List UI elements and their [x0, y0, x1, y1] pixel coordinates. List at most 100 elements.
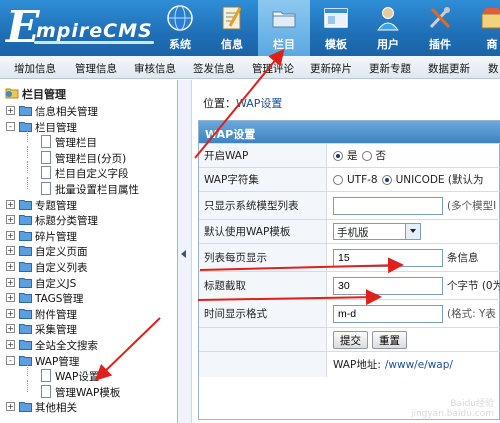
- expand-icon[interactable]: +: [6, 324, 15, 334]
- per-page-unit: 条信息: [447, 252, 479, 264]
- submenu-manage-info[interactable]: 管理信息: [75, 61, 117, 76]
- submenu-review-info[interactable]: 审核信息: [134, 61, 176, 76]
- wap-settings-form: WAP设置 开启WAP 是 否 WAP字符集 UTF-8 UNICODE (默认…: [198, 120, 500, 420]
- title-cut-input[interactable]: [333, 276, 443, 295]
- submenu-update-topics[interactable]: 更新专题: [369, 61, 411, 76]
- row-label: WAP字符集: [199, 168, 327, 191]
- user-icon: [377, 7, 399, 31]
- expand-icon[interactable]: +: [6, 199, 15, 209]
- nav-template[interactable]: 模板: [310, 0, 362, 56]
- per-page-input[interactable]: [333, 248, 443, 267]
- submenu-manage-comments[interactable]: 管理评论: [252, 61, 294, 76]
- expand-icon[interactable]: +: [6, 215, 15, 225]
- tree-item-label: 自定义JS: [35, 277, 77, 290]
- folder-icon: [19, 355, 32, 366]
- tree-item-label: 专题管理: [35, 199, 77, 212]
- submenu-more[interactable]: 数: [488, 61, 499, 76]
- collapse-icon[interactable]: -: [6, 121, 15, 131]
- wap-address-value[interactable]: /www/e/wap/: [385, 359, 453, 371]
- tree-item-label: 批量设置栏目属性: [55, 184, 139, 196]
- breadcrumb-prefix: 位置：: [203, 97, 236, 110]
- nav-label: 栏目: [273, 38, 295, 51]
- template-select[interactable]: 手机版: [333, 223, 421, 240]
- nav-label: 信息: [221, 38, 243, 51]
- document-icon: [41, 369, 51, 383]
- row-charset: WAP字符集 UTF-8 UNICODE (默认为: [199, 167, 500, 191]
- nav-label: 系统: [169, 38, 191, 51]
- collapse-icon[interactable]: -: [6, 355, 15, 365]
- nav-user[interactable]: 用户: [362, 0, 414, 56]
- tools-icon: [429, 7, 451, 29]
- folder-icon: [19, 246, 32, 257]
- folder-icon: [19, 199, 32, 210]
- radio-open-no[interactable]: [361, 150, 372, 161]
- radio-open-yes[interactable]: [333, 150, 343, 161]
- time-format-input[interactable]: [333, 304, 443, 323]
- shop-icon: [481, 8, 500, 29]
- row-label: 开启WAP: [199, 144, 327, 167]
- document-icon: [41, 166, 51, 180]
- submenu-sign-info[interactable]: 签发信息: [193, 61, 235, 76]
- tree-item-label: WAP设置: [55, 371, 100, 384]
- sidebar-tree: 栏目管理 + 信息相关管理 - 栏目管理 管理栏目 管理栏目(分页) 栏目自定义字段 批量设置…: [0, 80, 178, 423]
- row-time-format: 时间显示格式 (格式: Y表: [199, 299, 500, 327]
- tree-item-label: 自定义列表: [35, 262, 88, 274]
- models-hint: (多个模型I: [447, 200, 497, 212]
- radio-utf8[interactable]: [333, 174, 343, 185]
- logo-text: mpireCMS: [36, 20, 153, 42]
- collapse-arrow-icon[interactable]: [181, 250, 186, 258]
- nav-plugin[interactable]: 插件: [414, 0, 466, 56]
- logo: E mpireCMS: [0, 0, 160, 56]
- document-icon: [41, 182, 51, 195]
- row-wap-address: WAP地址: /www/e/wap/: [199, 351, 500, 377]
- form-title: WAP设置: [199, 121, 500, 143]
- nav-shop[interactable]: 商: [466, 0, 500, 56]
- submenu-update-data[interactable]: 数据更新: [428, 61, 470, 76]
- tree-item-label: 碎片管理: [35, 230, 77, 243]
- submenu-update-fragments[interactable]: 更新碎片: [310, 61, 352, 76]
- window-icon: [324, 8, 348, 28]
- expand-icon[interactable]: +: [6, 402, 15, 412]
- expand-icon[interactable]: +: [6, 308, 15, 318]
- breadcrumb-link[interactable]: WAP设置: [236, 97, 282, 110]
- tree-title: 栏目管理: [22, 88, 66, 101]
- expand-icon[interactable]: +: [6, 262, 15, 271]
- radio-unicode[interactable]: [381, 174, 392, 185]
- chevron-down-icon[interactable]: [405, 224, 420, 239]
- nav-column[interactable]: 栏目: [258, 0, 310, 56]
- nav-label: 商: [486, 38, 498, 51]
- sidebar-splitter[interactable]: [178, 80, 192, 423]
- template-select-value: 手机版: [337, 227, 369, 239]
- tree-item-label: 全站全文搜索: [35, 340, 98, 352]
- submenu-add-info[interactable]: 增加信息: [14, 61, 56, 76]
- submenu-bar: 增加信息 管理信息 审核信息 签发信息 管理评论 更新碎片 更新专题 数据更新 …: [0, 56, 500, 79]
- notepad-icon: [222, 6, 242, 30]
- document-icon: [41, 384, 51, 398]
- expand-icon[interactable]: +: [6, 106, 15, 115]
- folder-icon: [19, 106, 32, 116]
- radio-no-label: 否: [375, 150, 387, 162]
- expand-icon[interactable]: +: [6, 340, 15, 349]
- tree-item-label: 其他相关: [35, 402, 77, 415]
- logo-letter: E: [6, 2, 40, 53]
- logo-swoosh: [34, 41, 154, 44]
- tree-item-label: 信息相关管理: [35, 106, 98, 118]
- reset-button[interactable]: 重置: [372, 330, 407, 349]
- nav-system[interactable]: 系统: [154, 0, 206, 56]
- tree-connector: [27, 177, 28, 189]
- document-icon: [41, 135, 51, 149]
- expand-icon[interactable]: +: [6, 293, 15, 303]
- row-label-empty: [199, 352, 327, 377]
- expand-icon[interactable]: +: [6, 230, 15, 240]
- nav-info[interactable]: 信息: [206, 0, 258, 56]
- submit-button[interactable]: 提交: [333, 330, 368, 349]
- nav-label: 插件: [429, 38, 451, 51]
- row-label: 默认使用WAP模板: [199, 220, 327, 243]
- expand-icon[interactable]: +: [6, 277, 15, 287]
- tree-item-label: 采集管理: [35, 324, 77, 337]
- tree-item-label: TAGS管理: [35, 293, 84, 306]
- tree-item-label: WAP管理: [35, 355, 80, 368]
- row-template: 默认使用WAP模板 手机版: [199, 219, 500, 243]
- expand-icon[interactable]: +: [6, 246, 15, 256]
- models-input[interactable]: [333, 196, 443, 215]
